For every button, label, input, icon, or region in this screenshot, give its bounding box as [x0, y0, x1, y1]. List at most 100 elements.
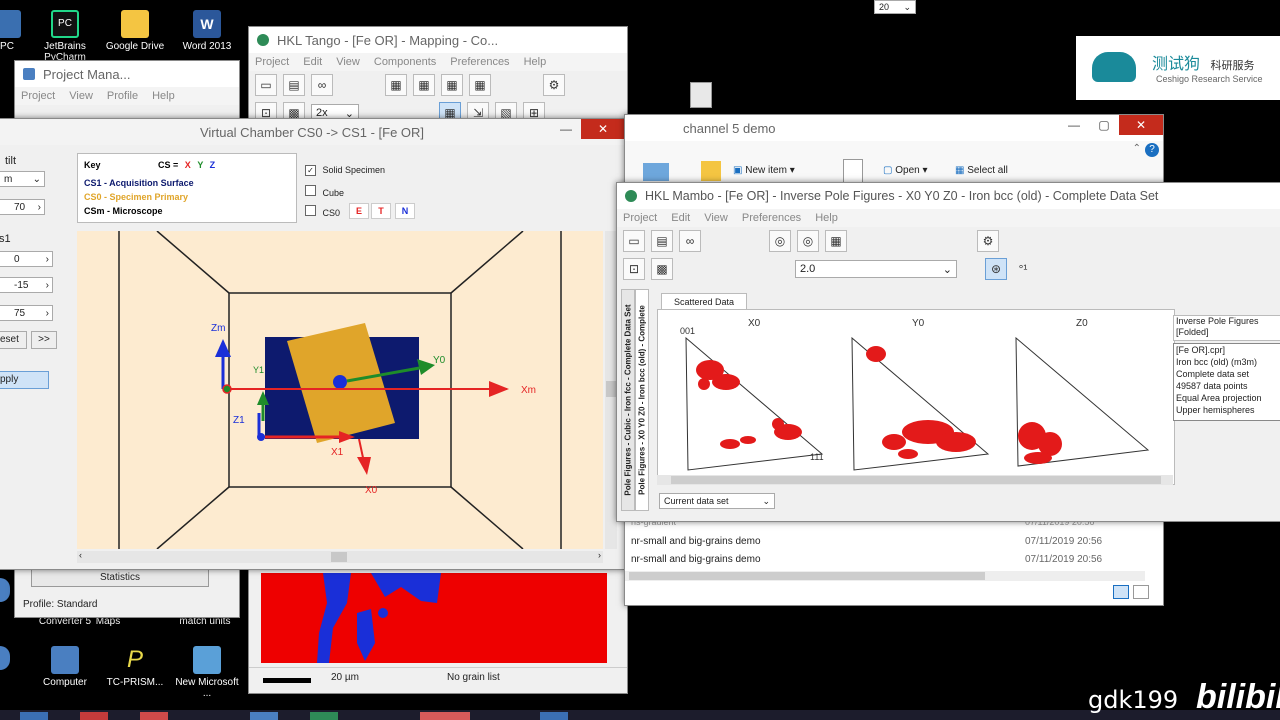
- pm-menu-profile[interactable]: Profile: [107, 90, 138, 102]
- print-icon[interactable]: ▤: [651, 230, 673, 252]
- explorer-help-icon[interactable]: ?: [1145, 143, 1159, 157]
- close-icon[interactable]: ✕: [581, 119, 625, 139]
- select-all-button[interactable]: ▦ Select all: [955, 165, 1008, 176]
- file-row[interactable]: nr-small and big-grains demo 07/11/2019 …: [625, 535, 1145, 551]
- statistics-button[interactable]: Statistics: [31, 569, 209, 587]
- tango-menu-view[interactable]: View: [336, 56, 360, 68]
- phase-map[interactable]: [261, 573, 607, 663]
- tango-menu-help[interactable]: Help: [524, 56, 547, 68]
- grid2-icon[interactable]: ▦: [413, 74, 435, 96]
- explorer-collapse-icon[interactable]: ⌃: [1133, 143, 1141, 154]
- scroll-thumb[interactable]: [331, 552, 347, 562]
- figure-icon[interactable]: ▦: [825, 230, 847, 252]
- tiles-view-icon[interactable]: [1133, 585, 1149, 599]
- grid3-icon[interactable]: ▦: [441, 74, 463, 96]
- mambo-menu-edit[interactable]: Edit: [671, 212, 690, 224]
- chamber-h-scrollbar[interactable]: ‹ ›: [77, 550, 603, 563]
- glasses-icon[interactable]: ◎: [769, 230, 791, 252]
- link-icon[interactable]: ∞: [679, 230, 701, 252]
- mambo-menu-project[interactable]: Project: [623, 212, 657, 224]
- maximize-icon[interactable]: ▢: [1089, 115, 1119, 135]
- tab-scattered-data[interactable]: Scattered Data: [661, 293, 747, 310]
- settings-icon[interactable]: ⚙: [543, 74, 565, 96]
- details-view-icon[interactable]: [1113, 585, 1129, 599]
- grid4-icon[interactable]: ▦: [469, 74, 491, 96]
- scroll-left-icon[interactable]: ‹: [79, 550, 82, 560]
- side-tab-pole-figures-fcc[interactable]: Pole Figures - Cubic - Iron fcc - Comple…: [621, 289, 635, 511]
- file-row[interactable]: nr-small and big-grains demo 07/11/2019 …: [625, 553, 1145, 569]
- tango-menu-preferences[interactable]: Preferences: [450, 56, 509, 68]
- mambo-menu-preferences[interactable]: Preferences: [742, 212, 801, 224]
- cube-checkbox[interactable]: Cube: [305, 185, 344, 198]
- taskbar-item[interactable]: [420, 712, 470, 720]
- top-zoom-combo[interactable]: 20 ⌄: [874, 0, 916, 14]
- apply-button[interactable]: pply: [0, 371, 49, 389]
- zoom-fit-icon[interactable]: ⊡: [623, 258, 645, 280]
- desktop-icon-new-microsoft[interactable]: New Microsoft ...: [172, 646, 242, 699]
- rotation-y-field[interactable]: -15 ›: [0, 277, 53, 293]
- rotation-x-field[interactable]: 0 ›: [0, 251, 53, 267]
- settings-icon[interactable]: ⚙: [977, 230, 999, 252]
- desktop-left-edge-icon-2[interactable]: [0, 646, 10, 670]
- button-n[interactable]: N: [395, 203, 415, 219]
- ipf-figures[interactable]: X0 Y0 Z0 001 111: [658, 310, 1174, 484]
- minimize-icon[interactable]: —: [551, 119, 581, 139]
- new-item-button[interactable]: ▣ New item ▾: [733, 165, 795, 176]
- reset-button[interactable]: eset: [0, 331, 27, 349]
- mambo-menu-view[interactable]: View: [704, 212, 728, 224]
- taskbar-item[interactable]: [80, 712, 108, 720]
- expand-button[interactable]: >>: [31, 331, 57, 349]
- explorer-folder-icon[interactable]: [701, 161, 721, 181]
- scroll-thumb[interactable]: [606, 381, 616, 397]
- taskbar-item[interactable]: [540, 712, 568, 720]
- mambo-titlebar[interactable]: HKL Mambo - [Fe OR] - Inverse Pole Figur…: [617, 183, 1280, 209]
- pm-menu-help[interactable]: Help: [152, 90, 175, 102]
- desktop-icon-tc-prism[interactable]: P TC-PRISM...: [100, 646, 170, 688]
- pm-menu-project[interactable]: Project: [21, 90, 55, 102]
- tango-menu-edit[interactable]: Edit: [303, 56, 322, 68]
- tilt-angle-field[interactable]: 70 ›: [0, 199, 45, 215]
- scroll-right-icon[interactable]: ›: [598, 550, 601, 560]
- solid-specimen-checkbox[interactable]: ✓ Solid Specimen: [305, 165, 385, 176]
- chamber-titlebar[interactable]: Virtual Chamber CS0 -> CS1 - [Fe OR]: [0, 119, 625, 145]
- desktop-icon-pycharm[interactable]: PC JetBrains PyCharm: [30, 10, 100, 63]
- tango-menu-components[interactable]: Components: [374, 56, 436, 68]
- open-folder-icon[interactable]: ▭: [255, 74, 277, 96]
- link-icon[interactable]: ∞: [311, 74, 333, 96]
- desktop-icon-google-drive[interactable]: Google Drive: [100, 10, 170, 52]
- rotation-z-field[interactable]: 75 ›: [0, 305, 53, 321]
- open-folder-icon[interactable]: ▭: [623, 230, 645, 252]
- explorer-pc-icon[interactable]: [643, 163, 669, 181]
- print-icon[interactable]: ▤: [283, 74, 305, 96]
- explorer-doc-icon[interactable]: [843, 159, 863, 183]
- close-icon[interactable]: ✕: [1119, 115, 1163, 135]
- button-e[interactable]: E: [349, 203, 369, 219]
- scroll-thumb[interactable]: [671, 476, 1161, 484]
- open-button[interactable]: ▢ Open ▾: [883, 165, 928, 176]
- mode-select[interactable]: m ⌄: [0, 171, 45, 187]
- minimize-icon[interactable]: —: [1059, 115, 1089, 135]
- pm-menu-view[interactable]: View: [69, 90, 93, 102]
- mambo-menu-help[interactable]: Help: [815, 212, 838, 224]
- taskbar-item[interactable]: [140, 712, 168, 720]
- button-t[interactable]: T: [371, 203, 391, 219]
- side-tab-pole-figures-bcc[interactable]: Pole Figures - X0 Y0 Z0 - Iron bcc (old)…: [635, 289, 649, 511]
- glasses2-icon[interactable]: ◎: [797, 230, 819, 252]
- tango-menu-project[interactable]: Project: [255, 56, 289, 68]
- chamber-3d-view[interactable]: Zm Xm Y0 Y1 Z1 X1 X0: [77, 231, 603, 549]
- mambo-scale-combo[interactable]: 2.0 ⌄: [795, 260, 957, 278]
- taskbar-item[interactable]: [250, 712, 278, 720]
- project-manager-titlebar[interactable]: Project Mana...: [15, 61, 239, 87]
- ipf-h-scrollbar[interactable]: [657, 475, 1173, 485]
- scroll-thumb[interactable]: [629, 572, 985, 580]
- dataset-combo[interactable]: Current data set ⌄: [659, 493, 775, 509]
- desktop-icon-word[interactable]: W Word 2013: [172, 10, 242, 52]
- grid-icon[interactable]: ▦: [385, 74, 407, 96]
- hemisphere-icon[interactable]: °¹: [1013, 259, 1033, 279]
- tango-titlebar[interactable]: HKL Tango - [Fe OR] - Mapping - Co...: [249, 27, 627, 53]
- desktop-file-icon[interactable]: [690, 82, 712, 108]
- taskbar-item[interactable]: [20, 712, 48, 720]
- projection-icon[interactable]: ⊛: [985, 258, 1007, 280]
- image-icon[interactable]: ▩: [651, 258, 673, 280]
- desktop-left-edge-icon[interactable]: [0, 578, 10, 602]
